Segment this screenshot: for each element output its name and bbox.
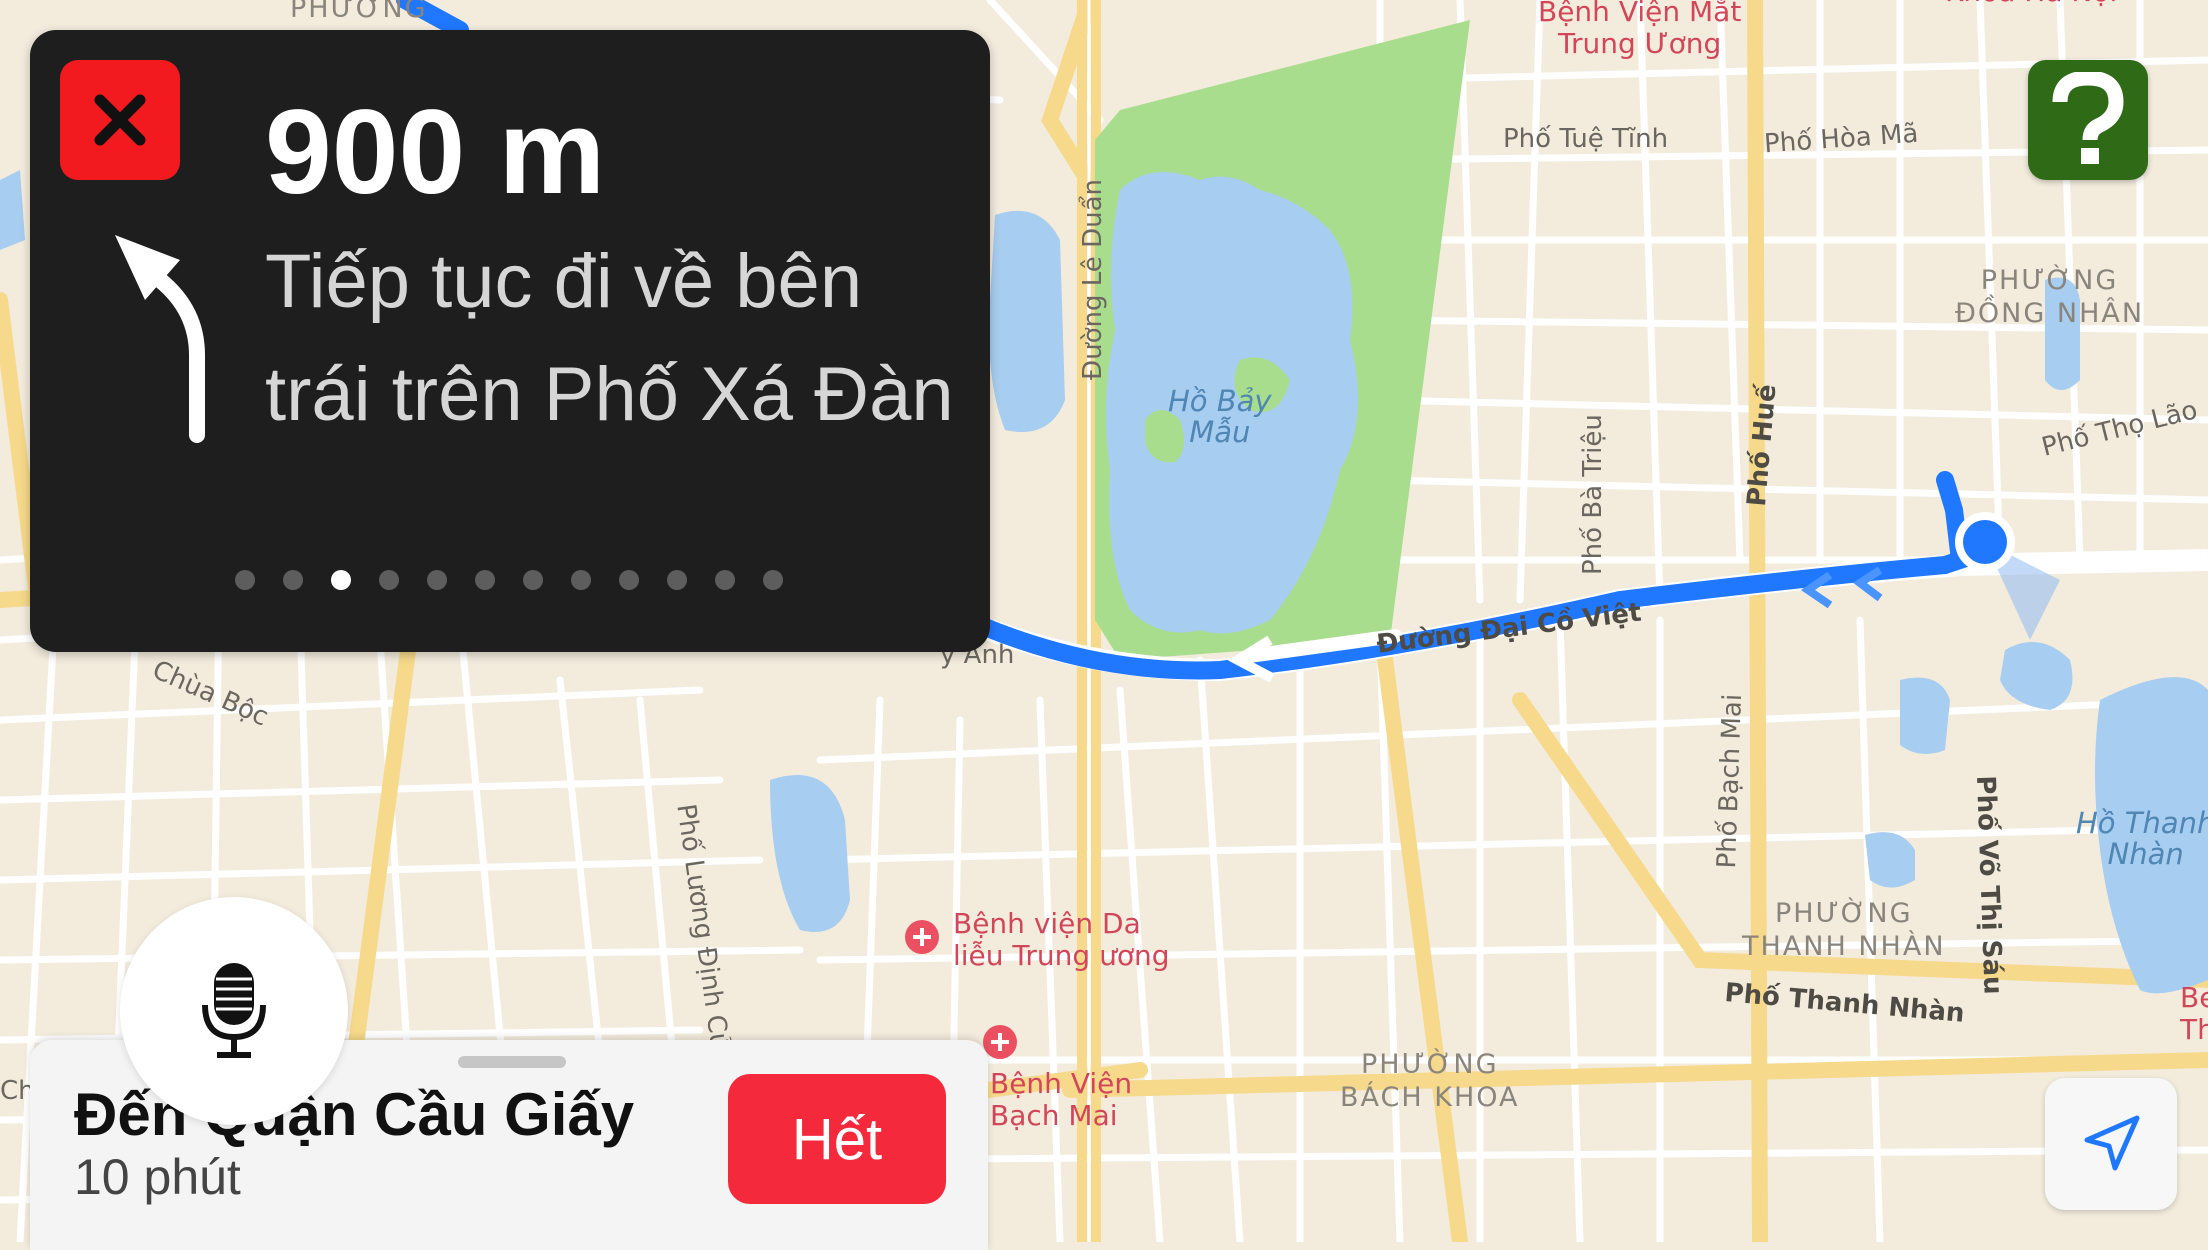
- voice-input-button[interactable]: [120, 897, 348, 1125]
- map-label-phuong: PHƯỜNG: [290, 0, 428, 24]
- map-label-pho-tue-tinh: Phố Tuệ Tĩnh: [1503, 124, 1669, 154]
- step-dot[interactable]: [475, 570, 495, 590]
- map-label-pho-ba-trieu: Phố Bà Triệu: [1578, 414, 1608, 575]
- step-dot[interactable]: [667, 570, 687, 590]
- map-label-benh-vien-da-lieu[interactable]: Bệnh viện Da liễu Trung ương: [953, 908, 1170, 972]
- map-label-phuong-dong-nhan: PHƯỜNG ĐỒNG NHÂN: [1955, 265, 2145, 329]
- eta-duration: 10 phút: [74, 1149, 241, 1205]
- step-dot[interactable]: [571, 570, 591, 590]
- step-page-indicator[interactable]: [235, 570, 783, 590]
- map-label-khoa-ha-noi[interactable]: Khoa Hà Nội: [1945, 0, 2117, 8]
- step-dot[interactable]: [379, 570, 399, 590]
- map-label-ho-bay-mau: Hồ Bảy Mẫu: [1168, 384, 1272, 449]
- close-icon: [94, 94, 146, 146]
- close-navigation-button[interactable]: [60, 60, 180, 180]
- help-button[interactable]: [2028, 60, 2148, 180]
- map-label-benh-vien-bach-mai[interactable]: Bệnh Viện Bạch Mai: [990, 1068, 1132, 1132]
- turn-slight-left-arrow-icon: [115, 235, 205, 443]
- end-route-button[interactable]: Hết: [728, 1074, 946, 1204]
- step-dot[interactable]: [715, 570, 735, 590]
- maneuver-distance: 900 m: [265, 85, 606, 219]
- step-dot[interactable]: [427, 570, 447, 590]
- card-grabber-handle[interactable]: [458, 1056, 566, 1068]
- question-mark-icon: [2052, 72, 2124, 164]
- maneuver-instruction: Tiếp tục đi về bên trái trên Phố Xá Đàn: [265, 239, 954, 437]
- map-label-phuong-thanh-nhan: PHƯỜNG THANH NHÀN: [1742, 898, 1946, 962]
- step-dot[interactable]: [331, 570, 351, 590]
- map-label-pho-bach-mai: Phố Bạch Mai: [1712, 693, 1749, 870]
- microphone-icon: [202, 963, 266, 1058]
- step-dot[interactable]: [523, 570, 543, 590]
- current-location-button[interactable]: [2045, 1078, 2177, 1210]
- step-dot[interactable]: [619, 570, 639, 590]
- map-label-duong-le-duan: Đường Lê Duẩn: [1078, 179, 1108, 380]
- map-label-phuong-bach-khoa: PHƯỜNG BÁCH KHOA: [1340, 1049, 1520, 1113]
- map-label-benh-vien-mat[interactable]: Bệnh Viện Mắt Trung Ương: [1538, 0, 1741, 60]
- location-arrow-icon: [2084, 1115, 2140, 1171]
- navigation-banner: 900 m Tiếp tục đi về bên trái trên Phố X…: [30, 30, 990, 652]
- step-dot[interactable]: [283, 570, 303, 590]
- step-dot[interactable]: [235, 570, 255, 590]
- map-label-ho-thanh-nhan: Hồ Thanh Nhàn: [2076, 806, 2208, 871]
- step-dot[interactable]: [763, 570, 783, 590]
- map-label-fragment-right: Be Th: [2180, 981, 2208, 1046]
